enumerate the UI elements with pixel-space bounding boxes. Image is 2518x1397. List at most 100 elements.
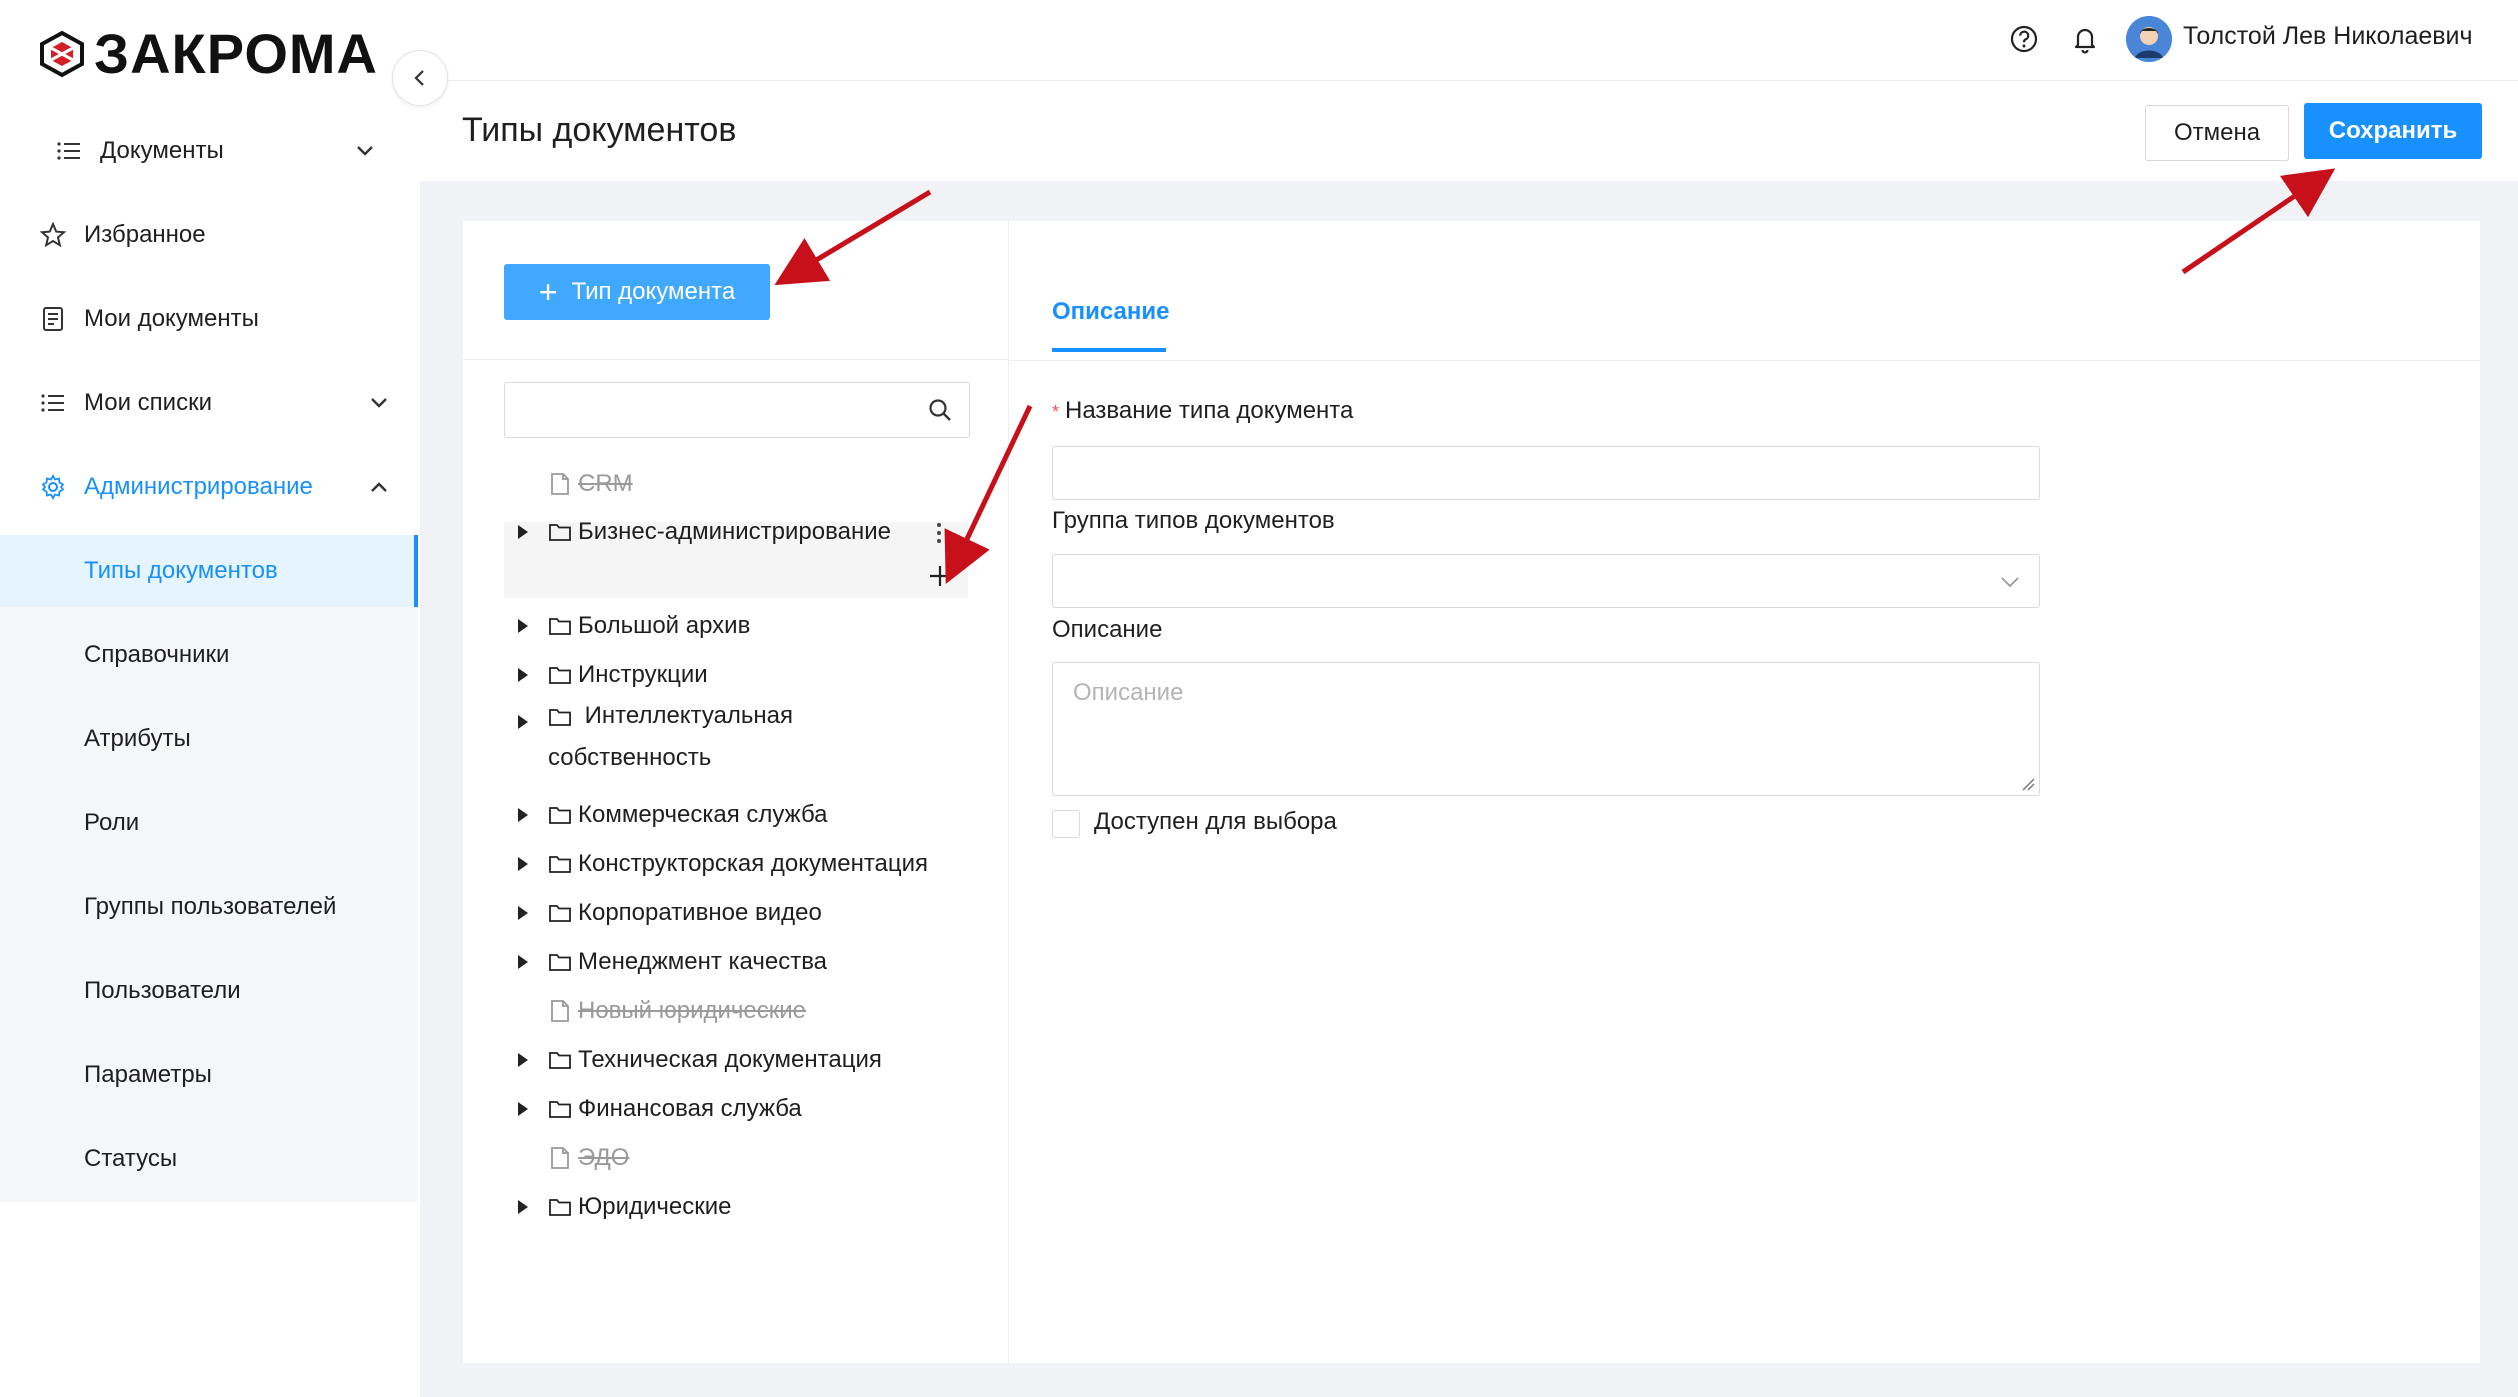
caret-right-icon[interactable]: [516, 523, 530, 541]
chevron-left-icon: [414, 70, 424, 86]
tree-search-input[interactable]: [517, 383, 921, 435]
sidebar-item-label: Администрирование: [84, 473, 313, 500]
folder-icon: [549, 905, 571, 922]
file-icon: [551, 473, 569, 495]
description-textarea[interactable]: Описание: [1052, 662, 2040, 796]
description-field-label: Описание: [1052, 616, 1163, 643]
sidebar-item-label: Мои списки: [84, 389, 212, 416]
tree-item[interactable]: Юридические: [504, 1184, 732, 1230]
logo-icon: [40, 30, 84, 78]
sidebar: ЗАКРОМА Документы Избранное Мои документ…: [0, 0, 448, 1397]
user-name[interactable]: Толстой Лев Николаевич: [2183, 22, 2473, 51]
add-document-type-button[interactable]: + Тип документа: [504, 264, 770, 320]
tree-item[interactable]: Менеджмент качества: [504, 939, 827, 985]
tree-item-label: ЭДО: [578, 1144, 630, 1171]
tree-item-label: Юридические: [578, 1193, 732, 1220]
document-type-name-input[interactable]: [1052, 446, 2040, 500]
folder-icon: [549, 1052, 571, 1069]
chevron-down-icon: [371, 398, 387, 408]
sidebar-item-favorites[interactable]: Избранное: [0, 200, 420, 270]
resize-handle-icon[interactable]: [2021, 777, 2035, 791]
file-icon: [551, 1147, 569, 1169]
tab-active-indicator: [1052, 348, 1166, 352]
sidebar-item-statuses[interactable]: Статусы: [84, 1124, 414, 1194]
sidebar-item-label: Мои документы: [84, 305, 259, 332]
help-icon[interactable]: [2007, 22, 2041, 56]
caret-right-icon[interactable]: [516, 904, 530, 922]
file-icon: [551, 1000, 569, 1022]
add-document-type-label: Тип документа: [571, 278, 736, 305]
document-group-select[interactable]: [1052, 554, 2040, 608]
tree-item[interactable]: Финансовая служба: [504, 1086, 802, 1132]
chevron-down-icon: [2001, 577, 2019, 588]
caret-right-icon[interactable]: [516, 617, 530, 635]
caret-right-icon[interactable]: [516, 1100, 530, 1118]
page-title: Типы документов: [462, 111, 737, 149]
required-asterisk-icon: *: [1052, 402, 1060, 422]
tree-item-label: CRM: [578, 470, 633, 497]
available-checkbox-label: Доступен для выбора: [1094, 808, 1337, 835]
tree-item[interactable]: CRM: [504, 461, 633, 507]
sidebar-item-my-documents[interactable]: Мои документы: [0, 284, 420, 354]
panel-divider: [1008, 221, 1009, 1363]
sidebar-item-user-groups[interactable]: Группы пользователей: [84, 872, 414, 942]
caret-right-icon[interactable]: [516, 953, 530, 971]
tree-item[interactable]: Бизнес-администрирование: [504, 509, 891, 555]
cancel-button[interactable]: Отмена: [2145, 105, 2289, 161]
tree-item[interactable]: Большой архив: [504, 603, 750, 649]
chevron-down-icon: [357, 146, 373, 156]
bell-icon[interactable]: [2068, 22, 2102, 56]
caret-right-icon[interactable]: [516, 806, 530, 824]
caret-right-icon[interactable]: [516, 1051, 530, 1069]
folder-icon: [549, 1199, 571, 1216]
tree-item[interactable]: Техническая документация: [504, 1037, 882, 1083]
sidebar-item-directories[interactable]: Справочники: [84, 620, 414, 690]
folder-icon: [549, 807, 571, 824]
available-checkbox[interactable]: [1052, 810, 1080, 838]
tree-item-label: Интеллектуальная собственность: [548, 702, 794, 771]
sidebar-item-label: Избранное: [84, 221, 206, 248]
tree-item-label: Бизнес-администрирование: [578, 518, 891, 545]
tree-item-label: Менеджмент качества: [578, 948, 828, 975]
save-button[interactable]: Сохранить: [2304, 103, 2482, 159]
logo-text: ЗАКРОМА: [94, 22, 378, 85]
tree-item[interactable]: Коммерческая служба: [504, 792, 828, 838]
tree-item[interactable]: Конструкторская документация: [504, 841, 928, 887]
caret-right-icon[interactable]: [516, 713, 530, 731]
caret-right-icon[interactable]: [516, 1198, 530, 1216]
tree-item[interactable]: ЭДО: [504, 1135, 629, 1181]
sidebar-item-label: Документы: [100, 137, 224, 164]
tree-item-label: Инструкции: [578, 661, 708, 688]
search-icon[interactable]: [927, 397, 953, 423]
sidebar-item-administration[interactable]: Администрирование: [0, 452, 420, 522]
caret-right-icon[interactable]: [516, 666, 530, 684]
tab-description[interactable]: Описание: [1052, 298, 1170, 326]
gear-icon: [40, 474, 66, 500]
divider: [463, 359, 1008, 360]
collapse-sidebar-button[interactable]: [392, 50, 448, 106]
sidebar-item-users[interactable]: Пользователи: [84, 956, 414, 1026]
avatar[interactable]: [2126, 16, 2172, 62]
sidebar-item-documents[interactable]: Документы: [0, 116, 420, 186]
user-avatar-icon: [2126, 16, 2172, 62]
chevron-up-icon: [371, 482, 387, 492]
tree-item[interactable]: Интеллектуальная собственность: [504, 701, 948, 791]
sidebar-item-parameters[interactable]: Параметры: [84, 1040, 414, 1110]
tree-search: [504, 382, 970, 438]
tree-item[interactable]: Новый юридические: [504, 988, 806, 1034]
folder-icon: [549, 1101, 571, 1118]
tree-item[interactable]: Инструкции: [504, 652, 708, 698]
sidebar-item-roles[interactable]: Роли: [84, 788, 414, 858]
tree-item[interactable]: Корпоративное видео: [504, 890, 822, 936]
sidebar-item-document-types[interactable]: Типы документов: [84, 536, 414, 606]
app-logo[interactable]: ЗАКРОМА: [38, 22, 378, 86]
sidebar-item-attributes[interactable]: Атрибуты: [84, 704, 414, 774]
more-vertical-icon[interactable]: [935, 521, 943, 545]
name-field-label: * Название типа документа: [1052, 397, 1354, 424]
page-header: Типы документов Отмена Сохранить: [420, 81, 2518, 181]
add-child-plus-icon[interactable]: [928, 564, 952, 588]
star-icon: [40, 222, 66, 248]
caret-right-icon[interactable]: [516, 855, 530, 873]
sidebar-item-my-lists[interactable]: Мои списки: [0, 368, 420, 438]
group-field-label: Группа типов документов: [1052, 507, 1335, 534]
